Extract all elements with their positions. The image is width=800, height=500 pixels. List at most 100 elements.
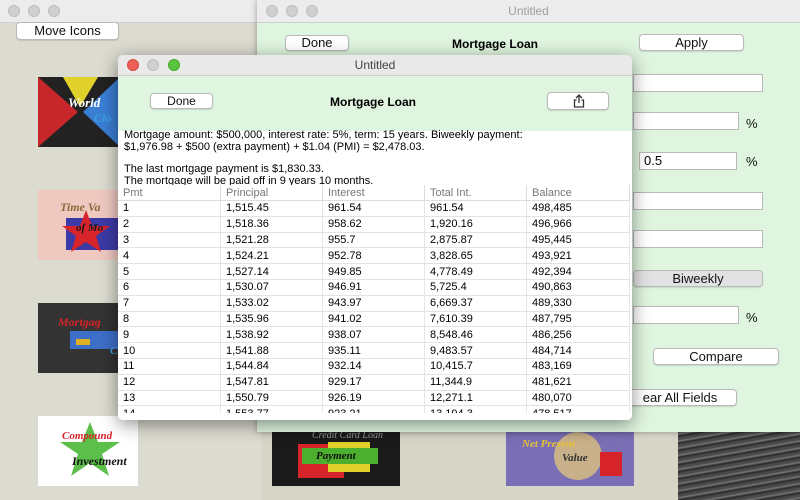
biweekly-toggle[interactable]: Biweekly [633,270,763,287]
table-cell: 2 [118,216,221,233]
percent-label: % [746,116,758,131]
table-row[interactable]: 8 1,535.96 941.02 7,610.39 487,795 [118,311,630,328]
table-row[interactable]: 6 1,530.07 946.91 5,725.4 490,863 [118,279,630,296]
input-field[interactable] [633,192,763,210]
table-cell: 2,875.87 [424,232,527,249]
compound-investment-tile[interactable]: Compound Investment [38,416,138,486]
table-cell: 11,344.9 [424,374,527,391]
table-row[interactable]: 12 1,547.81 929.17 11,344.9 481,621 [118,374,630,391]
table-cell: 487,795 [526,311,630,328]
table-row[interactable]: 10 1,541.88 935.11 9,483.57 484,714 [118,342,630,359]
amortization-table: Pmt Principal Interest Total Int. Balanc… [118,185,630,420]
column-header[interactable]: Balance [526,185,630,201]
front-toolbar: Done Mortgage Loan [118,76,632,131]
table-cell: 1,920.16 [424,216,527,233]
table-row[interactable]: 5 1,527.14 949.85 4,778.49 492,394 [118,263,630,280]
close-dot-icon[interactable] [8,5,20,17]
world-clock-tile[interactable]: World Clo [38,77,120,147]
input-field[interactable] [633,112,739,130]
window-heading: Mortgage Loan [330,95,416,109]
table-cell: 4 [118,247,221,265]
table-cell: 489,330 [526,295,630,312]
table-cell: 943.97 [322,295,425,312]
table-cell: 492,394 [526,263,630,280]
percent-label: % [746,154,758,169]
column-header[interactable]: Total Int. [424,185,527,201]
table-cell: 1,527.14 [220,263,323,280]
mortgage-tile[interactable]: Mortgag C [38,303,120,373]
column-header[interactable]: Interest [322,185,425,201]
tile-line: Payment [316,450,356,462]
water-background [678,432,800,500]
credit-card-tile[interactable]: Credit Card Loan Payment [272,430,400,486]
tile-line: Clo [94,111,112,125]
share-button[interactable] [547,92,609,110]
summary-line: The last mortgage payment is $1,830.33. [124,163,324,175]
tile-line: Value [562,452,588,464]
time-value-tile[interactable]: Time Va of Mo [38,190,120,260]
table-cell: 952.78 [322,247,425,265]
table-cell: 955.7 [322,232,425,249]
table-header-row: Pmt Principal Interest Total Int. Balanc… [118,185,630,201]
done-button[interactable]: Done [150,93,213,109]
tile-line: Investment [72,454,127,468]
table-cell: 480,070 [526,390,630,407]
tile-line: Mortgag [58,315,101,329]
table-row[interactable]: 3 1,521.28 955.7 2,875.87 495,445 [118,232,630,249]
input-field[interactable] [633,306,739,324]
table-cell: 1,518.36 [220,216,323,233]
table-cell: 941.02 [322,311,425,328]
input-field[interactable] [633,74,763,92]
table-row[interactable]: 4 1,524.21 952.78 3,828.65 493,921 [118,247,630,265]
table-cell: 486,256 [526,326,630,344]
table-cell: 495,445 [526,232,630,249]
table-cell: 6 [118,279,221,296]
move-icons-button[interactable]: Move Icons [16,22,119,40]
table-cell: 1,544.84 [220,358,323,375]
table-cell: 12 [118,374,221,391]
table-cell: 490,863 [526,279,630,296]
table-cell: 5,725.4 [424,279,527,296]
table-row[interactable]: 11 1,544.84 932.14 10,415.7 483,169 [118,358,630,375]
table-cell: 932.14 [322,358,425,375]
minimize-dot-icon[interactable] [28,5,40,17]
column-header[interactable]: Pmt [118,185,221,201]
table-cell: 481,621 [526,374,630,391]
star-icon [60,422,120,476]
tile-line: World [68,95,101,110]
table-row[interactable]: 7 1,533.02 943.97 6,669.37 489,330 [118,295,630,312]
table-cell: 10 [118,342,221,359]
table-row[interactable]: 2 1,518.36 958.62 1,920.16 496,966 [118,216,630,233]
compare-button[interactable]: Compare [653,348,779,365]
done-button[interactable]: Done [285,35,349,51]
table-cell: 9,483.57 [424,342,527,359]
table-cell: 961.54 [322,200,425,217]
net-present-value-tile[interactable]: Net Present Value [506,430,634,486]
apply-button[interactable]: Apply [639,34,744,51]
table-cell: 493,921 [526,247,630,265]
table-row[interactable]: 1 1,515.45 961.54 961.54 498,485 [118,200,630,217]
clear-all-fields-button[interactable]: ear All Fields [623,389,737,406]
tile-line: of Mo [76,222,104,234]
input-field[interactable] [633,230,763,248]
table-row[interactable]: 13 1,550.79 926.19 12,271.1 480,070 [118,390,630,407]
column-header[interactable]: Principal [220,185,323,201]
table-cell: 5 [118,263,221,280]
table-cell: 1,524.21 [220,247,323,265]
table-row[interactable]: 9 1,538.92 938.07 8,548.46 486,256 [118,326,630,344]
zoom-dot-icon[interactable] [48,5,60,17]
table-cell: 958.62 [322,216,425,233]
summary-line: $1,976.98 + $500 (extra payment) + $1.04… [124,141,425,153]
table-cell: 8,548.46 [424,326,527,344]
table-cell: 4,778.49 [424,263,527,280]
table-cell: 1,521.28 [220,232,323,249]
window-heading: Mortgage Loan [452,37,538,51]
table-cell: 929.17 [322,374,425,391]
table-cell: 484,714 [526,342,630,359]
summary-line: Mortgage amount: $500,000, interest rate… [124,129,523,141]
table-cell: 3 [118,232,221,249]
table-cell: 483,169 [526,358,630,375]
table-cell: 1,515.45 [220,200,323,217]
rate-field[interactable]: 0.5 [639,152,737,170]
table-cell: 946.91 [322,279,425,296]
